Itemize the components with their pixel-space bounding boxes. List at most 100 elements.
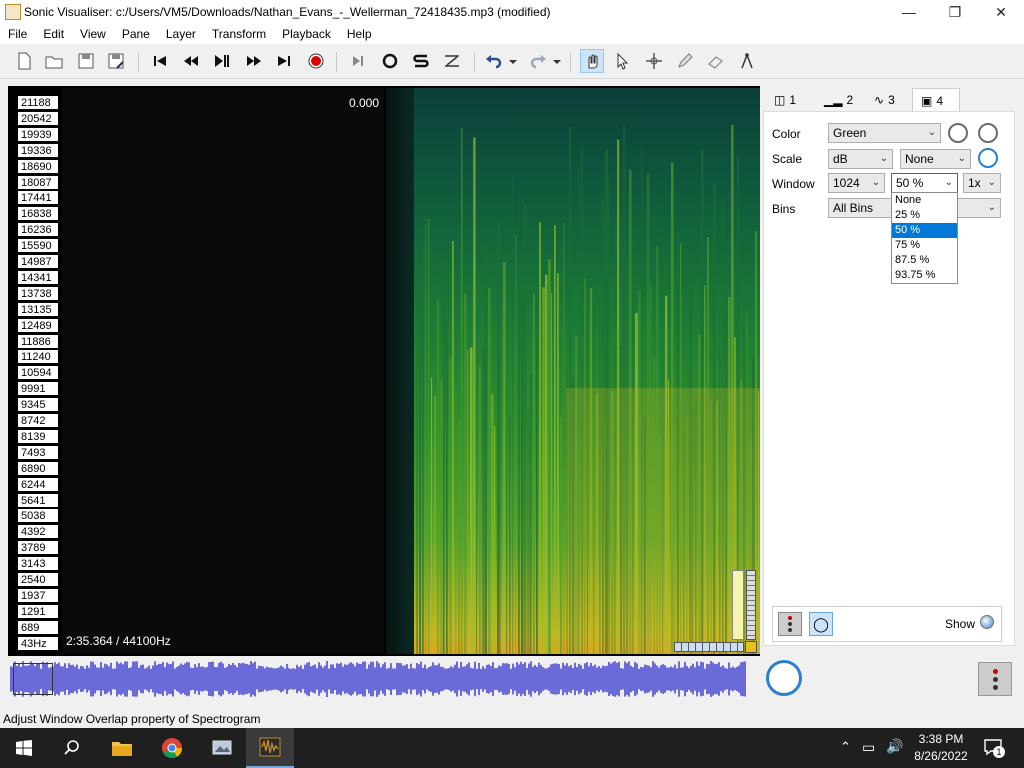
file-explorer-icon[interactable]	[98, 728, 146, 768]
play-selection-icon[interactable]	[346, 49, 370, 73]
show-toggle[interactable]	[980, 615, 994, 629]
menu-file[interactable]: File	[0, 24, 35, 44]
layer-options-button[interactable]	[778, 612, 802, 636]
erase-icon[interactable]	[704, 49, 728, 73]
undo-icon[interactable]	[482, 49, 506, 73]
overlap-option-25[interactable]: 25 %	[892, 208, 957, 223]
start-icon[interactable]	[0, 728, 48, 768]
zoom-slider[interactable]	[674, 642, 744, 652]
spectrogram-streak	[470, 347, 473, 654]
solo-icon[interactable]	[409, 49, 433, 73]
scale-combo[interactable]: dB ⌄	[828, 149, 893, 169]
overview-waveform-bar	[56, 664, 58, 694]
menu-transform[interactable]: Transform	[204, 24, 274, 44]
threshold-dial-icon[interactable]	[978, 148, 998, 168]
overlap-option-75[interactable]: 75 %	[892, 238, 957, 253]
redo-menu-icon[interactable]	[550, 49, 564, 73]
media-icon[interactable]	[198, 728, 246, 768]
overview-waveform-bar	[226, 666, 228, 692]
menu-edit[interactable]: Edit	[35, 24, 72, 44]
menu-help[interactable]: Help	[339, 24, 380, 44]
tab-waveform[interactable]: ∿ 3	[866, 88, 903, 112]
normalize-combo[interactable]: None ⌄	[900, 149, 971, 169]
search-icon[interactable]	[48, 728, 96, 768]
overview-waveform-bar	[544, 668, 546, 690]
open-icon[interactable]	[42, 49, 66, 73]
spectrogram-streak	[539, 222, 541, 654]
save-icon[interactable]	[74, 49, 98, 73]
loop-icon[interactable]	[378, 49, 402, 73]
record-icon[interactable]	[304, 49, 328, 73]
colour-rotation-dial-icon[interactable]	[978, 123, 998, 143]
overview-waveform-bar	[214, 667, 216, 691]
speed-icon[interactable]	[440, 49, 464, 73]
network-icon[interactable]: ▭	[862, 739, 875, 756]
overview-viewport[interactable]	[13, 663, 53, 695]
overview-waveform-bar	[608, 661, 610, 697]
new-file-icon[interactable]	[12, 49, 36, 73]
play-pause-icon[interactable]	[210, 49, 234, 73]
tab-spectrogram[interactable]: ▣ 4	[912, 88, 960, 112]
play-audio-icon[interactable]: ◯	[809, 612, 833, 636]
overlap-dropdown[interactable]: None 25 % 50 % 75 % 87.5 % 93.75 %	[891, 192, 958, 284]
overview-waveform-bar	[222, 663, 224, 695]
overview-waveform-bar	[82, 666, 84, 692]
move-icon[interactable]	[642, 49, 666, 73]
gain-dial-icon[interactable]	[948, 123, 968, 143]
clock-date[interactable]: 8/26/2022	[911, 749, 971, 763]
menu-layer[interactable]: Layer	[158, 24, 204, 44]
window-size-combo[interactable]: 1024 ⌄	[828, 173, 885, 193]
minimize-icon[interactable]: —	[886, 0, 932, 24]
close-icon[interactable]: ✕	[978, 0, 1024, 24]
color-combo[interactable]: Green ⌄	[828, 123, 941, 143]
overview-waveform-bar	[428, 667, 430, 691]
forward-end-icon[interactable]	[272, 49, 296, 73]
layer-menu-button[interactable]	[978, 662, 1012, 696]
undo-menu-icon[interactable]	[506, 49, 520, 73]
fast-forward-icon[interactable]	[242, 49, 266, 73]
draw-icon[interactable]	[673, 49, 697, 73]
navigate-icon[interactable]	[580, 49, 604, 73]
select-icon[interactable]	[610, 49, 634, 73]
zoom-reset-button[interactable]	[745, 641, 757, 653]
rewind-start-icon[interactable]	[148, 49, 172, 73]
window-overlap-combo[interactable]: 50 % ⌄	[891, 173, 958, 193]
tray-chevron-up-icon[interactable]: ⌃	[840, 739, 851, 755]
tab-spectrum[interactable]: ▁▂ 2	[816, 88, 861, 112]
zoom-dial-icon[interactable]	[766, 660, 802, 696]
redo-icon[interactable]	[526, 49, 550, 73]
oversample-combo[interactable]: 1x ⌄	[963, 173, 1001, 193]
measure-icon[interactable]	[735, 49, 759, 73]
overview-waveform[interactable]	[10, 660, 746, 698]
overview-waveform-bar	[636, 663, 638, 695]
overview-waveform-bar	[696, 661, 698, 697]
overlap-option-87-5[interactable]: 87.5 %	[892, 253, 957, 268]
overview-waveform-bar	[140, 665, 142, 693]
gain-slider[interactable]	[746, 570, 756, 640]
spectrogram-streak	[545, 274, 548, 654]
restore-icon[interactable]: ❐	[932, 0, 978, 24]
clock-time[interactable]: 3:38 PM	[917, 732, 965, 746]
sonic-visualiser-icon[interactable]	[246, 728, 294, 768]
tab-pane[interactable]: ◫ 1	[766, 88, 804, 112]
spectrogram-streak	[521, 289, 524, 654]
chrome-icon[interactable]	[148, 728, 196, 768]
menu-view[interactable]: View	[72, 24, 114, 44]
menu-playback[interactable]: Playback	[274, 24, 339, 44]
rewind-icon[interactable]	[179, 49, 203, 73]
pane-empty-region[interactable]	[62, 88, 384, 654]
overlap-option-50[interactable]: 50 %	[892, 223, 957, 238]
menu-pane[interactable]: Pane	[114, 24, 158, 44]
pane-icon: ◫	[774, 93, 786, 107]
volume-icon[interactable]: 🔊	[886, 738, 903, 755]
overview-waveform-bar	[456, 661, 458, 697]
overview-waveform-bar	[112, 668, 114, 690]
frequency-scale: 21188 20542 19939 19336 18690 18087 17441 16838…	[10, 88, 58, 654]
overlap-option-93-75[interactable]: 93.75 %	[892, 268, 957, 283]
overview-waveform-bar	[64, 663, 66, 695]
spectrogram-streak	[443, 258, 445, 654]
save-as-icon[interactable]	[104, 49, 128, 73]
overview-waveform-bar	[396, 662, 398, 696]
overlap-option-none[interactable]: None	[892, 193, 957, 208]
notification-icon[interactable]: 1	[983, 738, 1005, 758]
